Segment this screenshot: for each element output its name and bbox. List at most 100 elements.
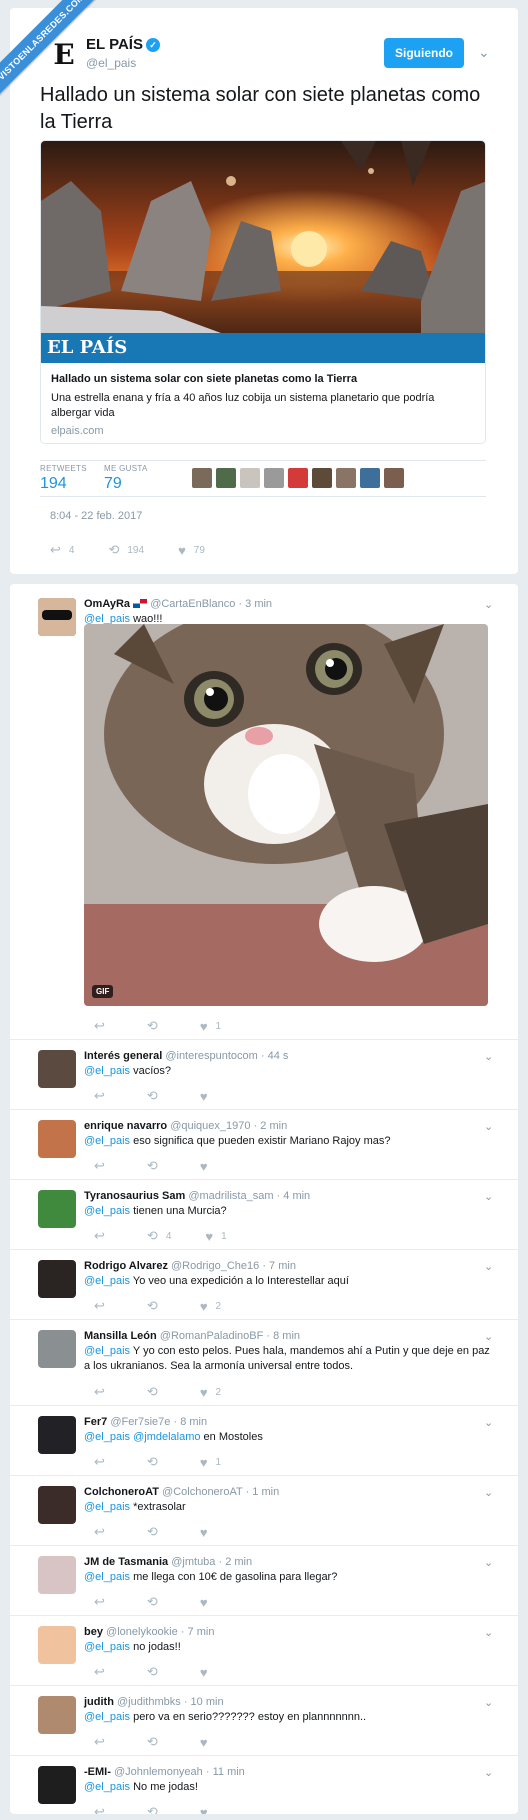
reply-button[interactable]: ↩ [94,1384,113,1400]
mention-link[interactable]: @jmdelalamo [130,1431,200,1443]
reply-author[interactable]: -EMI- [84,1766,111,1778]
avatar[interactable] [240,468,260,488]
chevron-down-icon[interactable]: ⌄ [484,598,493,611]
following-button[interactable]: Siguiendo [384,38,464,68]
reply-author[interactable]: JM de Tasmania [84,1556,168,1568]
likes-stat[interactable]: ME GUSTA 79 [104,464,148,493]
avatar[interactable] [38,1696,76,1734]
reply-time[interactable]: 1 min [252,1486,279,1498]
reply-button[interactable]: ↩ [94,1804,113,1814]
reply-tweet[interactable]: OmAyRa @CartaEnBlanco · 3 min ⌄ @el_pais… [10,584,518,1040]
reply-handle[interactable]: @quiquex_1970 [170,1120,250,1132]
reply-author[interactable]: bey [84,1626,103,1638]
reply-author[interactable]: Mansilla León [84,1330,157,1342]
cat-gif[interactable]: GIF [84,624,488,1006]
avatar[interactable] [360,468,380,488]
avatar[interactable] [38,1766,76,1804]
avatar[interactable] [38,1626,76,1664]
reply-time[interactable]: 3 min [245,598,272,610]
mention-link[interactable]: @el_pais [84,1275,130,1287]
reply-author[interactable]: Tyranosaurius Sam [84,1190,185,1202]
mention-link[interactable]: @el_pais [84,1571,130,1583]
reply-tweet[interactable]: JM de Tasmania @jmtuba · 2 min ⌄ @el_pai… [10,1546,518,1616]
retweet-button[interactable]: ⟲ [147,1454,166,1470]
chevron-down-icon[interactable]: ⌄ [478,44,490,61]
reply-handle[interactable]: @Fer7sie7e [110,1416,170,1428]
reply-handle[interactable]: @madrilista_sam [188,1190,273,1202]
chevron-down-icon[interactable]: ⌄ [484,1486,493,1499]
reply-tweet[interactable]: -EMI- @Johnlemonyeah · 11 min ⌄ @el_pais… [10,1756,518,1814]
reply-button[interactable]: ↩ [94,1664,113,1680]
reply-author[interactable]: Rodrigo Alvarez [84,1260,168,1272]
avatar[interactable] [336,468,356,488]
like-button[interactable]: ♥ 2 [200,1385,221,1400]
mention-link[interactable]: @el_pais [84,1711,130,1723]
chevron-down-icon[interactable]: ⌄ [484,1120,493,1133]
reply-author[interactable]: Fer7 [84,1416,107,1428]
reply-button[interactable]: ↩ [94,1018,113,1034]
reply-tweet[interactable]: Fer7 @Fer7sie7e · 8 min ⌄ @el_pais @jmde… [10,1406,518,1476]
chevron-down-icon[interactable]: ⌄ [484,1416,493,1429]
avatar[interactable] [38,598,76,636]
avatar[interactable] [38,1556,76,1594]
reply-tweet[interactable]: Rodrigo Alvarez @Rodrigo_Che16 · 7 min ⌄… [10,1250,518,1320]
retweet-button[interactable]: ⟲ [147,1594,166,1610]
reply-tweet[interactable]: ColchoneroAT @ColchoneroAT · 1 min ⌄ @el… [10,1476,518,1546]
mention-link[interactable]: @el_pais [84,1781,130,1793]
reply-button[interactable]: ↩ [94,1524,113,1540]
reply-time[interactable]: 10 min [191,1696,224,1708]
reply-handle[interactable]: @Johnlemonyeah [114,1766,203,1778]
like-button[interactable]: ♥ 2 [200,1299,221,1314]
like-button[interactable]: ♥ [200,1525,216,1540]
reply-author[interactable]: Interés general [84,1050,162,1062]
mention-link[interactable]: @el_pais [84,1501,130,1513]
like-button[interactable]: ♥ [200,1159,216,1174]
reply-handle[interactable]: @judithmbks [117,1696,181,1708]
mention-link[interactable]: @el_pais [84,1431,130,1443]
tweet-timestamp[interactable]: 8:04 - 22 feb. 2017 [50,510,142,522]
reply-time[interactable]: 2 min [260,1120,287,1132]
reply-time[interactable]: 44 s [268,1050,289,1062]
reply-time[interactable]: 4 min [283,1190,310,1202]
reply-button[interactable]: ↩ [94,1454,113,1470]
link-preview-card[interactable]: EL PAÍS Hallado un sistema solar con sie… [40,140,486,444]
retweet-button[interactable]: ⟲ [147,1664,166,1680]
avatar[interactable] [192,468,212,488]
reply-tweet[interactable]: Interés general @interespuntocom · 44 s … [10,1040,518,1110]
reply-button[interactable]: ↩ [94,1734,113,1750]
avatar[interactable] [38,1416,76,1454]
chevron-down-icon[interactable]: ⌄ [484,1696,493,1709]
reply-button[interactable]: ↩ [94,1594,113,1610]
retweet-button[interactable]: ⟲ 194 [108,542,144,558]
avatar[interactable] [384,468,404,488]
avatar[interactable] [38,1190,76,1228]
reply-time[interactable]: 7 min [269,1260,296,1272]
retweet-button[interactable]: ⟲ [147,1018,166,1034]
reply-handle[interactable]: @CartaEnBlanco [150,598,235,610]
mention-link[interactable]: @el_pais [84,1205,130,1217]
retweet-button[interactable]: ⟲ [147,1804,166,1814]
reply-author[interactable]: enrique navarro [84,1120,167,1132]
reply-time[interactable]: 7 min [188,1626,215,1638]
reply-button[interactable]: ↩ [94,1158,113,1174]
reply-handle[interactable]: @lonelykookie [106,1626,178,1638]
retweet-button[interactable]: ⟲ [147,1734,166,1750]
avatar[interactable] [216,468,236,488]
avatar[interactable] [38,1330,76,1368]
retweet-button[interactable]: ⟲ [147,1298,166,1314]
mention-link[interactable]: @el_pais [84,1135,130,1147]
reply-tweet[interactable]: bey @lonelykookie · 7 min ⌄ @el_pais no … [10,1616,518,1686]
retweet-button[interactable]: ⟲ [147,1384,166,1400]
like-button[interactable]: ♥ [200,1735,216,1750]
like-button[interactable]: ♥ 1 [200,1019,221,1034]
avatar[interactable] [38,1050,76,1088]
reply-handle[interactable]: @RomanPaladinoBF [160,1330,264,1342]
reply-tweet[interactable]: Mansilla León @RomanPaladinoBF · 8 min ⌄… [10,1320,518,1406]
reply-handle[interactable]: @jmtuba [171,1556,215,1568]
chevron-down-icon[interactable]: ⌄ [484,1050,493,1063]
avatar[interactable] [38,1120,76,1158]
chevron-down-icon[interactable]: ⌄ [484,1556,493,1569]
chevron-down-icon[interactable]: ⌄ [484,1190,493,1203]
like-button[interactable]: ♥ 1 [200,1455,221,1470]
reply-author[interactable]: judith [84,1696,114,1708]
